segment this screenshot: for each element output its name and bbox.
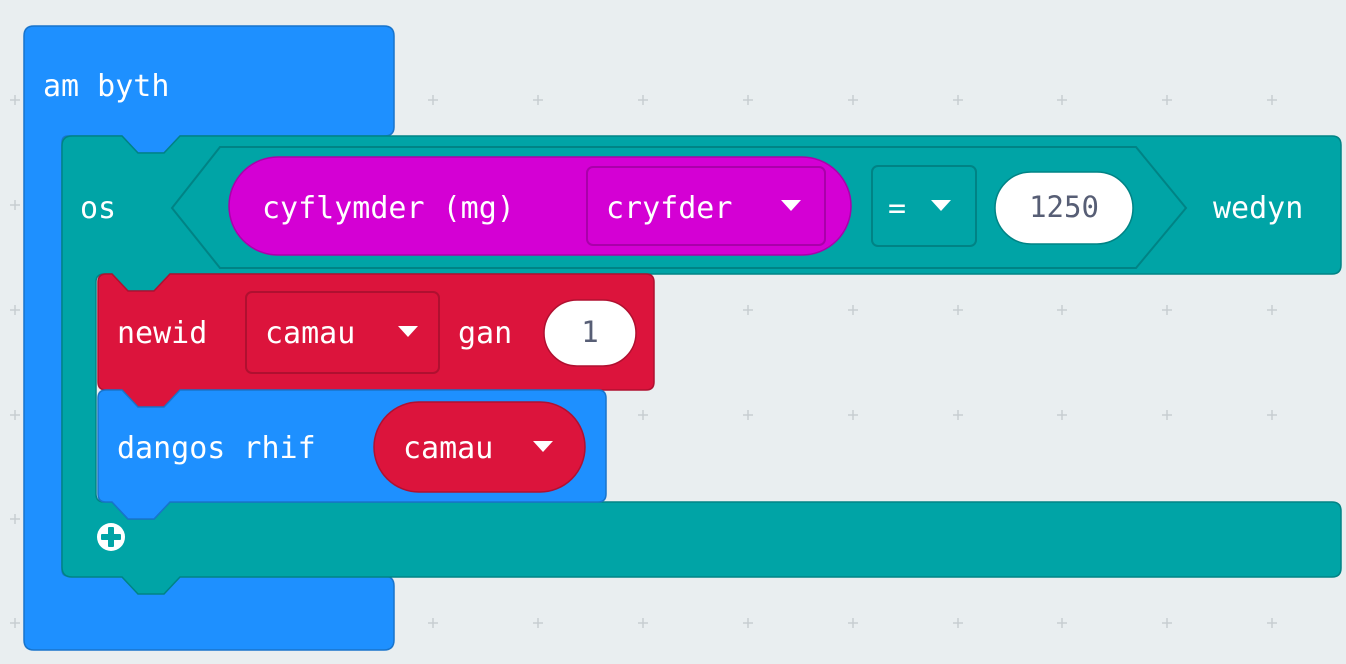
by-label: gan [458,316,512,351]
change-variable-block[interactable]: newid camau gan 1 [97,273,655,408]
show-number-label: dangos rhif [117,431,316,466]
change-variable-dropdown[interactable]: camau [245,291,440,374]
blocks-canvas[interactable]: am byth os cyflymder (mg) cryfder = 1250 [0,0,1346,664]
change-value-field[interactable]: 1 [543,299,637,367]
compare-operator-value: = [888,191,906,226]
forever-block-label: am byth [43,69,169,104]
dimension-dropdown-value: cryfder [606,191,732,226]
show-number-block[interactable]: dangos rhif camau [97,389,607,520]
change-label: newid [117,316,207,351]
blocks-workspace[interactable]: am byth os cyflymder (mg) cryfder = 1250 [0,0,1346,664]
change-variable-value: camau [265,316,355,351]
acceleration-reporter[interactable]: cyflymder (mg) cryfder [228,156,852,256]
dimension-dropdown[interactable]: cryfder [586,166,826,246]
plus-circle-icon[interactable] [97,523,125,551]
compare-value-text: 1250 [1029,190,1099,224]
then-label: wedyn [1213,191,1303,226]
acceleration-label: cyflymder (mg) [262,191,515,226]
compare-operator-dropdown[interactable]: = [871,165,977,247]
compare-value-field[interactable]: 1250 [994,171,1134,245]
plus-vertical-bar [108,527,114,547]
show-number-variable-reporter[interactable]: camau [373,401,586,493]
show-number-variable-value: camau [403,431,493,466]
change-value-text: 1 [581,315,598,349]
if-label: os [80,191,116,226]
